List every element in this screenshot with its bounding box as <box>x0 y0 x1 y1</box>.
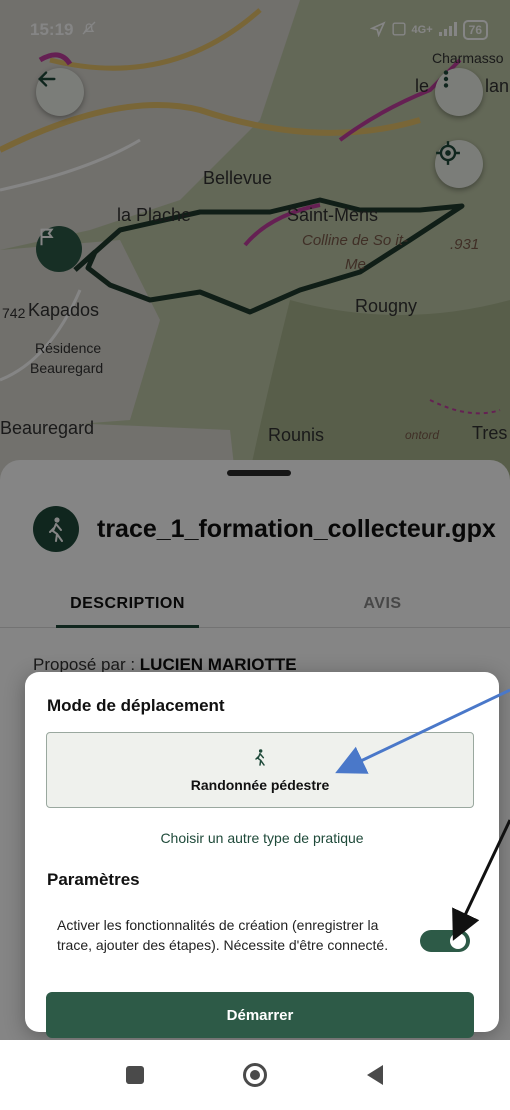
hiker-icon <box>252 748 268 771</box>
screen: Charmasso le lan Bellevue la Plache Sain… <box>0 0 510 1110</box>
dialog-title: Mode de déplacement <box>47 696 225 715</box>
recents-button[interactable] <box>75 1066 195 1084</box>
toggle-knob <box>450 933 466 949</box>
home-button[interactable] <box>195 1063 315 1087</box>
system-back-button[interactable] <box>315 1065 435 1085</box>
travel-mode-dialog: Mode de déplacement Randonnée pédestre C… <box>25 672 499 1038</box>
system-nav-bar <box>0 1040 510 1110</box>
creation-features-toggle[interactable] <box>420 930 470 952</box>
travel-mode-selector[interactable]: Randonnée pédestre <box>46 732 474 808</box>
start-button[interactable]: Démarrer <box>46 992 474 1038</box>
travel-mode-label: Randonnée pédestre <box>190 776 330 793</box>
creation-features-description: Activer les fonctionnalités de création … <box>57 917 389 953</box>
square-icon <box>126 1066 144 1084</box>
choose-other-practice-link[interactable]: Choisir un autre type de pratique <box>25 830 499 846</box>
triangle-back-icon <box>367 1065 383 1085</box>
circle-icon <box>243 1063 267 1087</box>
parameters-title: Paramètres <box>47 870 140 889</box>
